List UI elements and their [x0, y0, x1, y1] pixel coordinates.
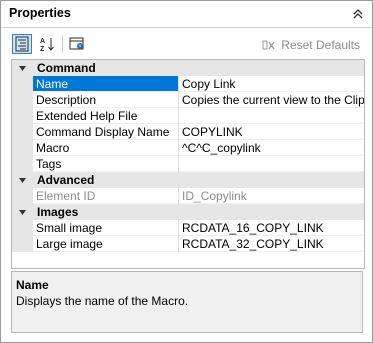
collapse-icon[interactable] — [350, 6, 366, 22]
property-value[interactable]: Copy Link — [179, 76, 364, 92]
properties-toolbar: A Z Reset Defaults — [1, 28, 372, 60]
reset-icon — [262, 40, 275, 50]
property-row-element-id[interactable]: Element ID ID_Copylink — [12, 188, 364, 204]
property-name[interactable]: Macro — [33, 140, 179, 156]
property-row-command-display-name[interactable]: Command Display Name COPYLINK — [12, 124, 364, 140]
collapse-arrow-icon[interactable] — [18, 64, 27, 73]
category-images[interactable]: Images — [12, 204, 364, 220]
panel-title: Properties — [9, 6, 71, 20]
property-grid: Command Name Copy Link Description Copie… — [11, 59, 365, 269]
property-name[interactable]: Large image — [33, 236, 179, 252]
properties-panel: Properties A Z Reset Defaults Command Na… — [0, 0, 373, 343]
category-advanced[interactable]: Advanced — [12, 172, 364, 188]
property-value[interactable]: RCDATA_32_COPY_LINK — [179, 236, 364, 252]
property-row-name[interactable]: Name Copy Link — [12, 76, 364, 92]
property-value[interactable]: COPYLINK — [179, 124, 364, 140]
property-name[interactable]: Small image — [33, 220, 179, 236]
property-value[interactable] — [179, 156, 364, 172]
property-name[interactable]: Description — [33, 92, 179, 108]
categorized-view-button[interactable] — [12, 34, 32, 54]
sort-az-icon: A Z — [40, 38, 54, 52]
description-text: Displays the name of the Macro. — [16, 294, 189, 308]
property-row-large-image[interactable]: Large image RCDATA_32_COPY_LINK — [12, 236, 364, 252]
property-name[interactable]: Extended Help File — [33, 108, 179, 124]
property-value[interactable]: ^C^C_copylink — [179, 140, 364, 156]
property-row-tags[interactable]: Tags — [12, 156, 364, 172]
property-row-small-image[interactable]: Small image RCDATA_16_COPY_LINK — [12, 220, 364, 236]
category-label: Command — [37, 61, 96, 75]
property-value[interactable]: Copies the current view to the Clipboard — [179, 92, 364, 108]
category-command[interactable]: Command — [12, 60, 364, 76]
alphabetical-view-button[interactable]: A Z — [37, 34, 57, 54]
property-row-description[interactable]: Description Copies the current view to t… — [12, 92, 364, 108]
property-name[interactable]: Tags — [33, 156, 179, 172]
reset-defaults-button[interactable]: Reset Defaults — [261, 36, 360, 54]
description-pane: Name Displays the name of the Macro. — [11, 271, 363, 333]
property-name[interactable]: Element ID — [33, 188, 179, 204]
property-name[interactable]: Name — [33, 76, 179, 92]
property-name[interactable]: Command Display Name — [33, 124, 179, 140]
categorized-icon — [15, 36, 29, 52]
property-row-macro[interactable]: Macro ^C^C_copylink — [12, 140, 364, 156]
category-label: Images — [37, 205, 79, 219]
property-value[interactable]: RCDATA_16_COPY_LINK — [179, 220, 364, 236]
property-value[interactable] — [179, 108, 364, 124]
description-title: Name — [16, 278, 49, 292]
collapse-arrow-icon[interactable] — [18, 176, 27, 185]
property-pages-button[interactable] — [67, 34, 87, 54]
svg-text:Z: Z — [40, 46, 45, 52]
property-value: ID_Copylink — [179, 188, 364, 204]
category-label: Advanced — [37, 173, 95, 187]
svg-text:A: A — [40, 38, 45, 45]
panel-titlebar: Properties — [1, 1, 372, 28]
property-row-extended-help-file[interactable]: Extended Help File — [12, 108, 364, 124]
property-pages-icon — [69, 37, 84, 50]
toolbar-separator — [62, 36, 63, 52]
reset-defaults-label: Reset Defaults — [281, 38, 360, 52]
collapse-arrow-icon[interactable] — [18, 208, 27, 217]
